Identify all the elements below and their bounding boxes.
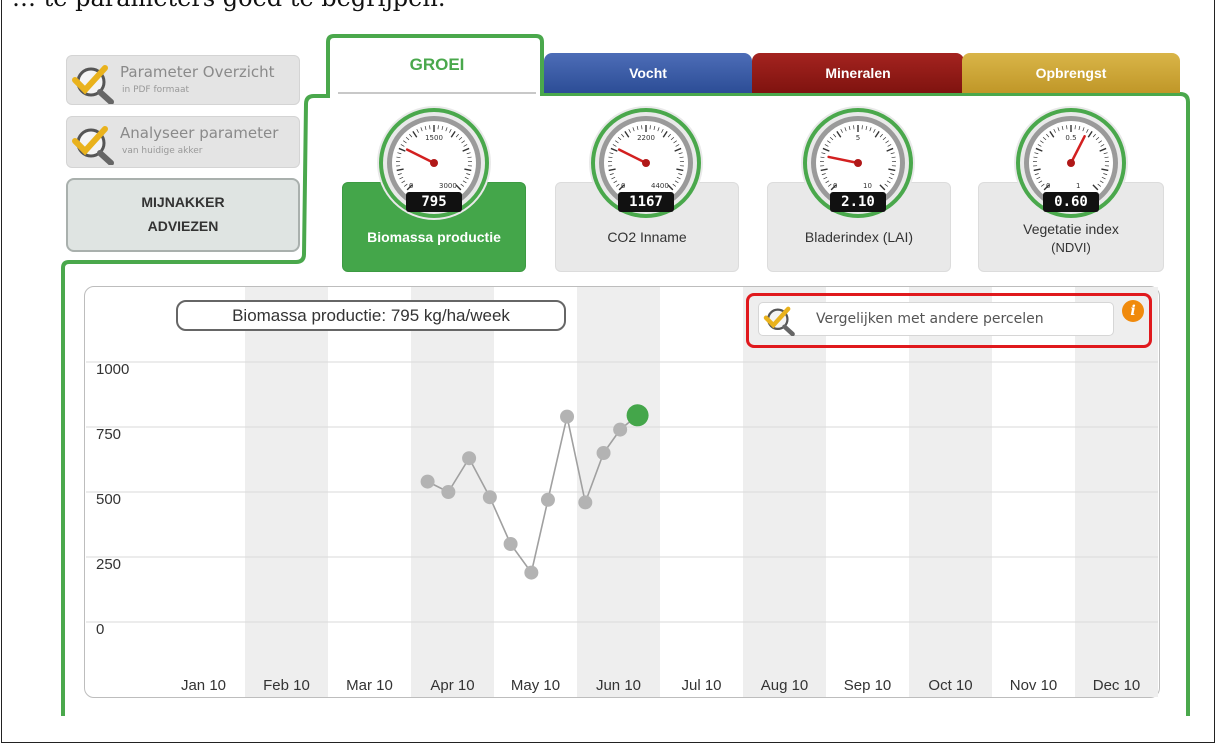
x-tick-label: Feb 10 (263, 677, 310, 694)
data-point (578, 495, 593, 510)
data-point (503, 537, 518, 551)
current-data-point (626, 404, 649, 427)
x-tick-label: Sep 10 (844, 677, 892, 694)
data-point (540, 492, 555, 507)
y-tick-label: 500 (96, 491, 121, 508)
x-tick-label: Apr 10 (430, 677, 474, 694)
data-point (596, 446, 611, 460)
x-tick-label: Jan 10 (181, 677, 226, 694)
magnifier-check-icon (763, 306, 795, 336)
y-tick-label: 750 (96, 426, 121, 443)
x-tick-label: Nov 10 (1010, 677, 1058, 694)
x-tick-label: Aug 10 (761, 677, 809, 694)
data-point (613, 422, 628, 437)
data-point (420, 474, 435, 489)
biomassa-line-chart: 1000 750 500 250 0 Jan 10 Feb 10 Mar 10 Apr 10 Ma… (86, 287, 1158, 697)
data-point (441, 485, 456, 499)
compare-parcels-button[interactable]: Vergelijken met andere percelen (758, 302, 1114, 336)
y-tick-label: 1000 (96, 361, 129, 378)
chart-title: Biomassa productie: 795 kg/ha/week (176, 300, 566, 331)
x-tick-label: Mar 10 (346, 677, 393, 694)
x-tick-label: Oct 10 (928, 677, 972, 694)
y-tick-label: 0 (96, 621, 104, 638)
compare-label: Vergelijken met andere percelen (816, 311, 1044, 327)
data-point (524, 565, 539, 580)
data-point (560, 409, 575, 424)
data-point (462, 451, 477, 466)
x-tick-label: Dec 10 (1093, 677, 1141, 694)
x-tick-label: May 10 (511, 677, 560, 694)
data-point (482, 490, 497, 505)
x-tick-label: Jul 10 (681, 677, 721, 694)
info-icon[interactable]: i (1122, 300, 1144, 322)
x-tick-label: Jun 10 (596, 677, 641, 694)
y-tick-label: 250 (96, 556, 121, 573)
